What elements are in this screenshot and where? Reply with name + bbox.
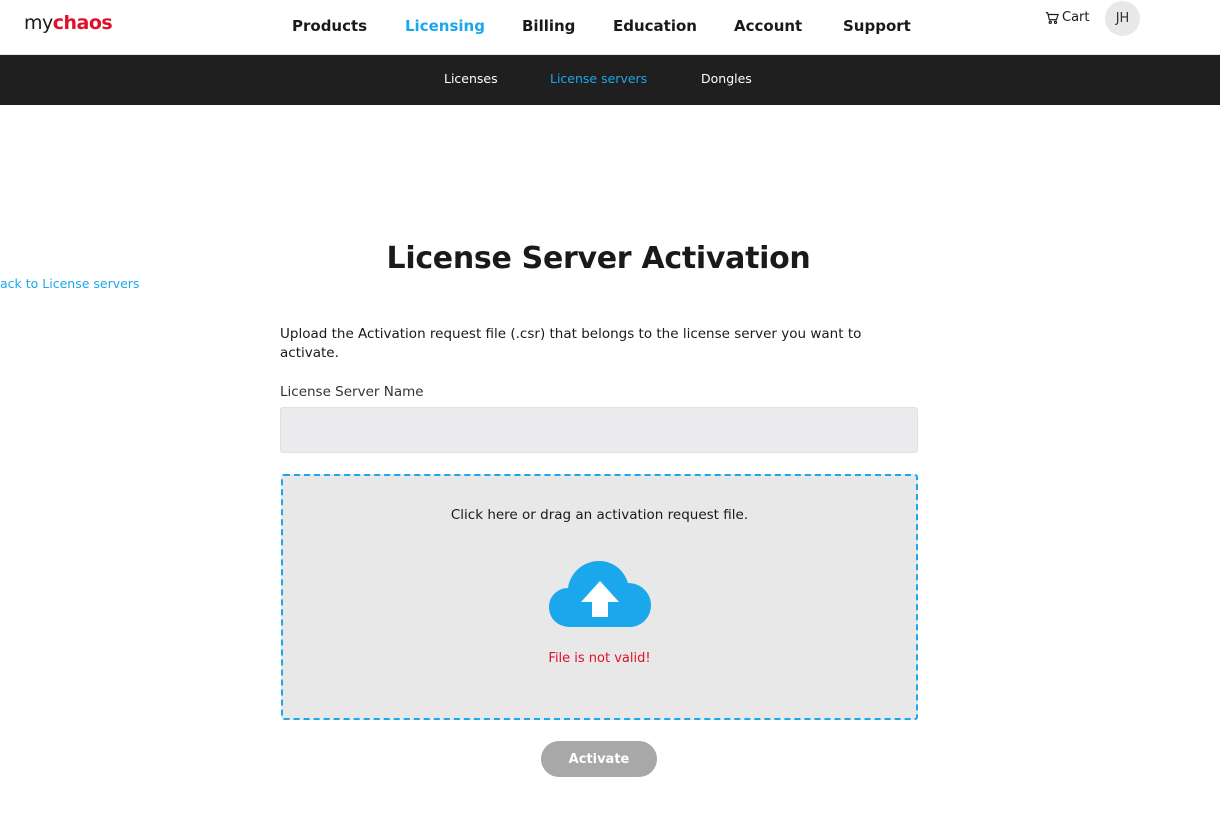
logo-brand: chaos [52, 12, 113, 34]
mychaos-logo[interactable]: mychaos [24, 12, 113, 34]
subnav-licenses[interactable]: Licenses [444, 71, 498, 86]
logo-prefix: my [24, 12, 53, 34]
cloud-upload-icon [549, 561, 651, 627]
nav-products[interactable]: Products [292, 17, 367, 35]
dropzone-instructions: Click here or drag an activation request… [450, 507, 749, 523]
cart-button[interactable]: Cart [1045, 10, 1090, 25]
file-dropzone[interactable]: Click here or drag an activation request… [281, 474, 918, 720]
nav-education[interactable]: Education [613, 17, 697, 35]
nav-support[interactable]: Support [843, 17, 911, 35]
nav-billing[interactable]: Billing [522, 17, 575, 35]
activate-button[interactable]: Activate [541, 741, 657, 777]
nav-licensing[interactable]: Licensing [405, 17, 485, 35]
subnav-dongles[interactable]: Dongles [701, 71, 752, 86]
back-to-license-servers-link[interactable]: ack to License servers [0, 276, 139, 291]
top-header: mychaos Products Licensing Billing Educa… [0, 0, 1220, 55]
sub-nav: Licenses License servers Dongles [0, 55, 1220, 105]
cart-label: Cart [1062, 10, 1090, 25]
file-error-message: File is not valid! [548, 651, 651, 666]
server-name-input[interactable] [280, 407, 918, 453]
cart-icon [1045, 11, 1059, 24]
server-name-label: License Server Name [280, 384, 424, 400]
nav-account[interactable]: Account [734, 17, 802, 35]
user-avatar[interactable]: JH [1105, 1, 1140, 36]
subnav-license-servers[interactable]: License servers [550, 71, 647, 86]
upload-instructions: Upload the Activation request file (.csr… [280, 326, 862, 361]
page-title: License Server Activation [386, 241, 811, 276]
